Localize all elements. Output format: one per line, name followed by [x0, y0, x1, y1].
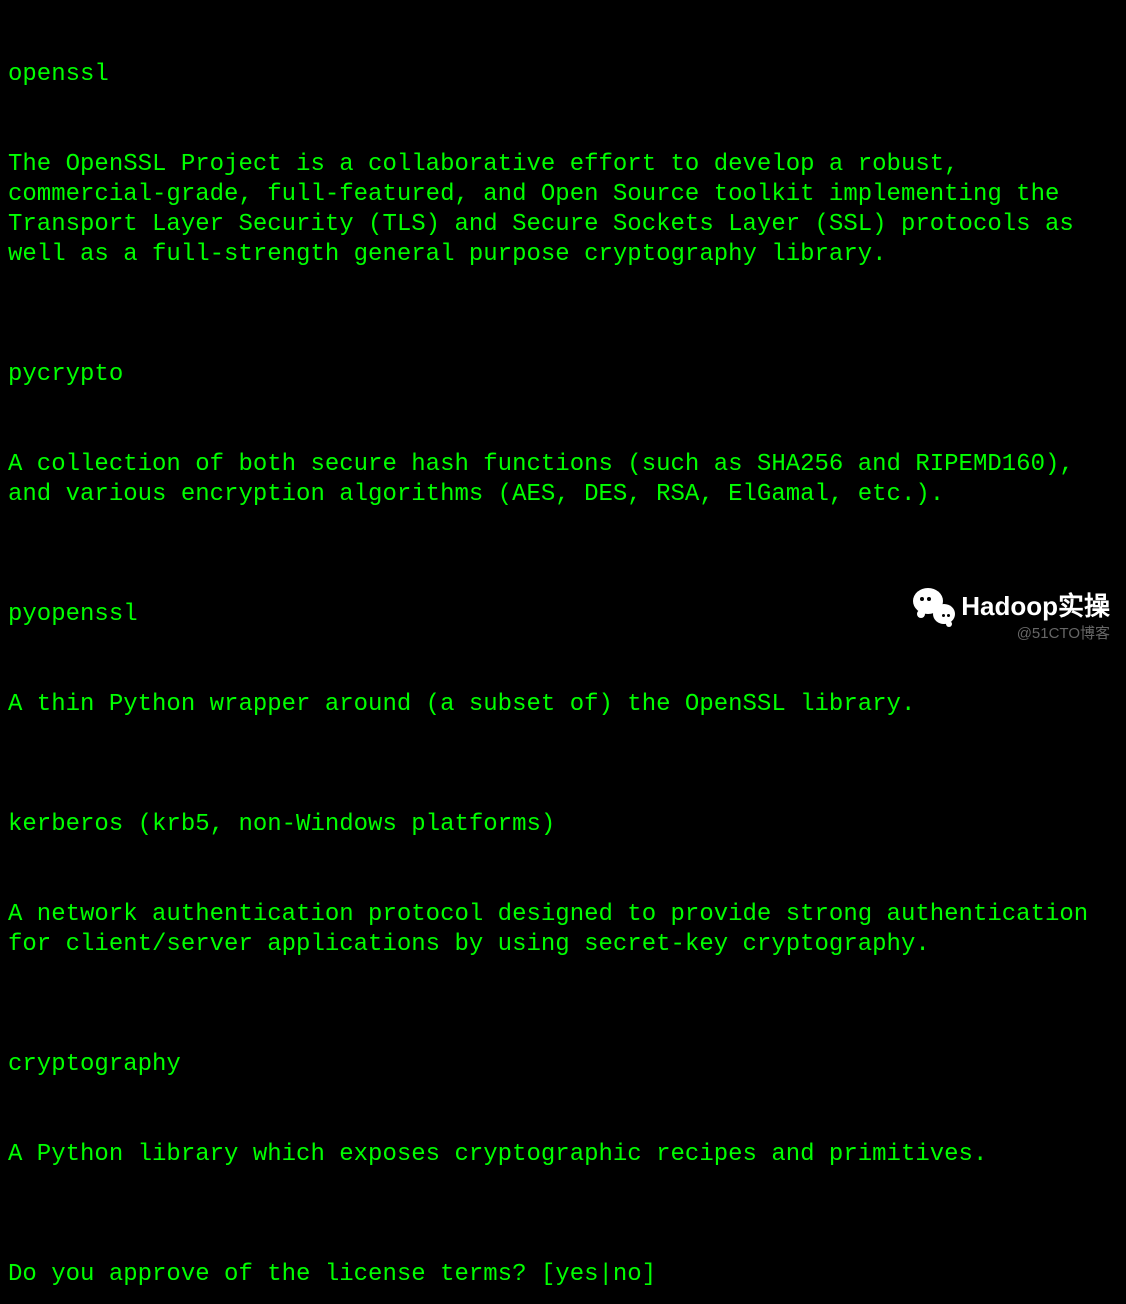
- package-desc-pyopenssl: A thin Python wrapper around (a subset o…: [8, 690, 1118, 720]
- package-desc-cryptography: A Python library which exposes cryptogra…: [8, 1140, 1118, 1170]
- license-prompt-question: Do you approve of the license terms? [ye…: [8, 1260, 1118, 1290]
- package-title-cryptography: cryptography: [8, 1050, 1118, 1080]
- watermark-text: Hadoop实操: [961, 590, 1110, 623]
- terminal-output: openssl The OpenSSL Project is a collabo…: [8, 0, 1118, 1304]
- package-title-openssl: openssl: [8, 60, 1118, 90]
- package-title-kerberos: kerberos (krb5, non-Windows platforms): [8, 810, 1118, 840]
- package-title-pycrypto: pycrypto: [8, 360, 1118, 390]
- package-desc-kerberos: A network authentication protocol design…: [8, 900, 1118, 960]
- copyright-text: @51CTO博客: [1017, 625, 1110, 644]
- wechat-icon: [913, 588, 955, 624]
- package-desc-pycrypto: A collection of both secure hash functio…: [8, 450, 1118, 510]
- watermark: Hadoop实操: [913, 588, 1110, 624]
- package-desc-openssl: The OpenSSL Project is a collaborative e…: [8, 150, 1118, 270]
